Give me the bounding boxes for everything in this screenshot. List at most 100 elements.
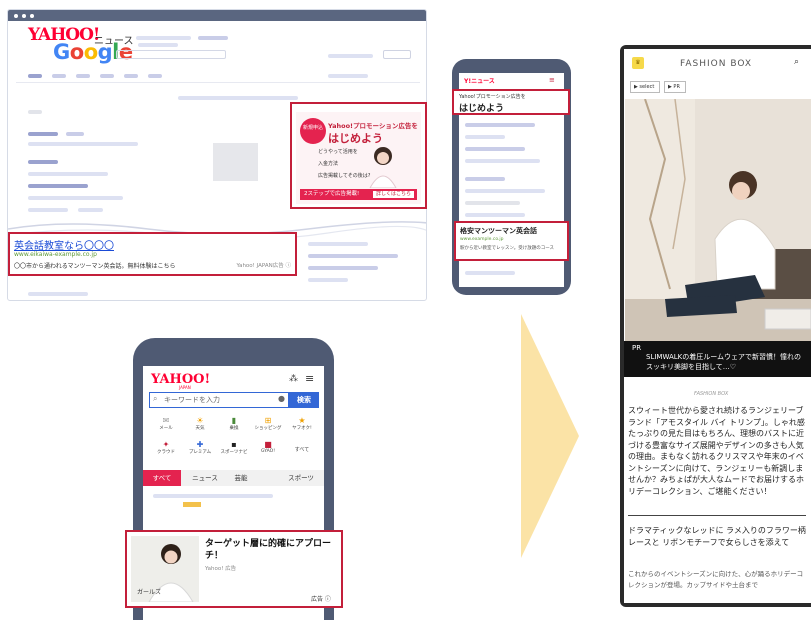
display-ad[interactable]: 新規申込 Yahoo!プロモーション広告を はじめよう どうやって活用を 入金方… xyxy=(290,102,427,209)
content-bar xyxy=(153,494,273,498)
tab-entertainment[interactable]: 芸能 xyxy=(229,470,253,486)
google-letter: o xyxy=(69,40,84,64)
content-bar xyxy=(308,254,398,258)
service-label: ショッピング xyxy=(254,426,282,431)
chip-select[interactable]: ▶ select xyxy=(630,81,660,93)
service-label: GYAO! xyxy=(260,449,275,454)
content-bar xyxy=(78,208,103,212)
header-button[interactable] xyxy=(383,50,411,59)
header-bar xyxy=(328,54,373,58)
service-item[interactable]: ⊞ ショッピング xyxy=(253,416,283,431)
content-bar xyxy=(28,184,88,188)
arrow-icon xyxy=(521,314,579,558)
gyao-icon: ■ xyxy=(264,440,272,449)
content-bar xyxy=(28,142,138,146)
service-label: プレミアム xyxy=(188,450,212,455)
service-item[interactable]: ✦ クラウド xyxy=(151,440,181,455)
search-input[interactable] xyxy=(116,50,226,59)
search-button[interactable]: 検索 xyxy=(289,392,319,408)
tab-all[interactable]: すべて xyxy=(143,470,181,486)
infeed-ad-source: Yahoo! 広告 xyxy=(205,566,237,572)
phone-article: ♛ FASHION BOX ⌕ ▶ select ▶ PR PR SLIMWAL… xyxy=(620,45,811,607)
nav-item[interactable] xyxy=(76,74,90,78)
service-item[interactable]: ▮ 乗換 xyxy=(219,416,249,431)
window-dot[interactable] xyxy=(30,13,34,18)
search-input[interactable]: ⌕ キーワードを入力 ● xyxy=(149,392,289,408)
phone-screen: Y!ニュース ≡ Yahoo!プロモーション広告を はじめよう 格安マンツーマン… xyxy=(452,73,570,287)
ad-info-label[interactable]: 広告 ⓘ xyxy=(311,594,331,603)
tab-sports[interactable]: スポーツ xyxy=(283,470,319,486)
listing-url: www.example.co.jp xyxy=(460,237,504,242)
header-bar xyxy=(136,36,191,40)
infeed-ad[interactable]: ガールズ ターゲット層に的確にアプローチ！ Yahoo! 広告 広告 ⓘ xyxy=(125,530,343,608)
mic-icon[interactable]: ● xyxy=(278,394,285,403)
header-bar xyxy=(198,36,228,40)
ad-feature: どうやって活用を xyxy=(318,149,358,155)
search-ad-description: 〇〇市から通われるマンツーマン英会話。無料体験はこちら xyxy=(14,263,176,270)
content-bar xyxy=(308,266,378,270)
search-icon[interactable]: ⌕ xyxy=(794,57,799,67)
display-ad-content: 新規申込 Yahoo!プロモーション広告を はじめよう どうやって活用を 入金方… xyxy=(296,112,421,204)
service-label: スポーツナビ xyxy=(220,450,248,455)
content-bar xyxy=(465,147,525,151)
search-ad[interactable]: 英会話教室なら〇〇〇 www.eikaiwa-example.co.jp 〇〇市… xyxy=(8,232,297,276)
menu-icon[interactable]: ≡ xyxy=(305,372,314,385)
ad-info-label: Yahoo! JAPAN広告 ⓘ xyxy=(236,263,291,269)
brand-logo: FASHION BOX xyxy=(680,59,753,69)
service-item[interactable]: すべて xyxy=(287,446,317,453)
menu-icon[interactable]: ≡ xyxy=(549,76,555,84)
weather-icon: ☀ xyxy=(196,416,204,425)
mail-icon: ✉ xyxy=(162,416,170,425)
pr-label: PR xyxy=(632,344,642,352)
crown-icon: ♛ xyxy=(632,57,644,69)
nav-item[interactable] xyxy=(148,74,162,78)
article-paragraph: これからのイベントシーズンに向けた、心が踊るホリデーコレクションが登場。カップサ… xyxy=(628,570,804,589)
service-item[interactable]: ★ ヤフオク! xyxy=(287,416,317,431)
nav-item[interactable] xyxy=(52,74,66,78)
ad-cta-button[interactable]: 詳しくはこちら xyxy=(372,191,414,198)
content-bar xyxy=(28,110,42,114)
content-bar xyxy=(178,96,298,100)
cart-icon: ⊞ xyxy=(264,416,272,425)
content-bar xyxy=(308,278,348,282)
header-bar xyxy=(138,43,178,47)
search-ad-title[interactable]: 英会話教室なら〇〇〇 xyxy=(14,237,114,252)
tab-bar: すべて ニュース 芸能 スポーツ xyxy=(143,470,324,486)
pr-caption: SLIMWALKの着圧ルームウェアで新習慣！憧れのスッキリ美脚を目指して…♡ xyxy=(646,353,802,371)
svg-text:ガールズ: ガールズ xyxy=(137,588,161,596)
content-bar xyxy=(465,201,520,205)
window-dot[interactable] xyxy=(14,13,18,18)
nav-item[interactable] xyxy=(28,74,42,78)
service-item[interactable]: ✚ プレミアム xyxy=(185,440,215,455)
service-item[interactable]: ▪ スポーツナビ xyxy=(219,440,249,455)
divider xyxy=(628,515,806,516)
content-bar xyxy=(465,189,545,193)
service-grid: ✉ メール ☀ 天気 ▮ 乗換 ⊞ ショッピング ★ ヤフオク! ✦ クラウド ✚ プレミアム… xyxy=(147,416,319,464)
notification-icon[interactable]: ⁂ xyxy=(289,374,298,384)
article-photo xyxy=(625,99,811,343)
service-item[interactable]: ✉ メール xyxy=(151,416,181,431)
nav-item[interactable] xyxy=(328,74,368,78)
listing-description: 駅から近い教室でレッスン。受け放題のコース xyxy=(460,246,555,251)
chip-pr[interactable]: ▶ PR xyxy=(664,81,686,93)
google-letter: g xyxy=(97,40,113,64)
google-letter: G xyxy=(53,40,70,64)
infeed-ad-title[interactable]: ターゲット層に的確にアプローチ！ xyxy=(205,538,337,562)
nav-item[interactable] xyxy=(100,74,114,78)
article-paragraph: スウィート世代から愛され続けるランジェリーブランド「アモスタイル バイ トリンプ… xyxy=(628,406,805,496)
window-dot[interactable] xyxy=(22,13,26,18)
nav-item[interactable] xyxy=(124,74,138,78)
browser-titlebar xyxy=(8,10,426,21)
tab-news[interactable]: ニュース xyxy=(187,470,223,486)
service-item[interactable]: ☀ 天気 xyxy=(185,416,215,431)
search-ad-url: www.eikaiwa-example.co.jp xyxy=(14,251,97,258)
ad-title-big: はじめよう xyxy=(459,104,505,114)
service-label: ヤフオク! xyxy=(292,426,312,431)
content-bar xyxy=(28,132,58,136)
pr-caption-band[interactable]: PR SLIMWALKの着圧ルームウェアで新習慣！憧れのスッキリ美脚を目指して…… xyxy=(624,341,811,377)
ad-cta-bar[interactable]: 2ステップで広告掲載! 詳しくはこちら xyxy=(300,189,417,200)
new-badge: 新規申込 xyxy=(300,118,326,144)
listing-title[interactable]: 格安マンツーマン英会話 xyxy=(460,226,537,236)
service-item[interactable]: ■ GYAO! xyxy=(253,440,283,454)
sports-icon: ▪ xyxy=(231,440,237,449)
